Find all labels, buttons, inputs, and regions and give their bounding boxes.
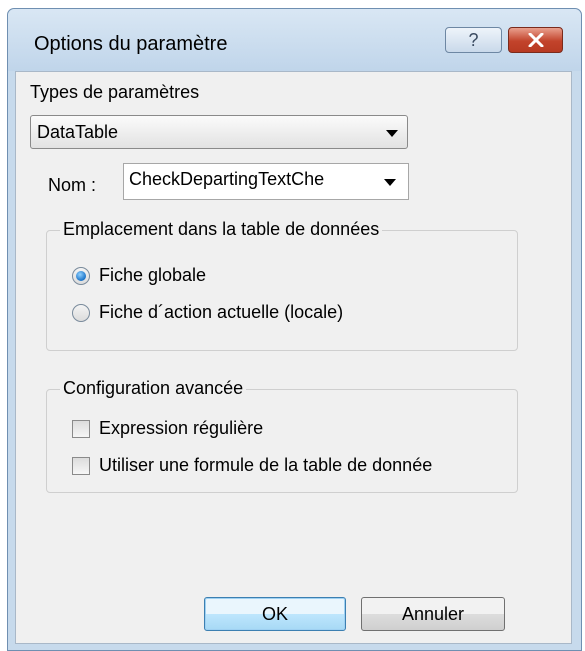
advanced-groupbox: Configuration avancée Expression réguliè… [46, 378, 518, 493]
radio-global-sheet[interactable] [72, 267, 90, 285]
dialog-content: Types de paramètres DataTable Nom : Chec… [15, 71, 572, 644]
param-types-value: DataTable [37, 122, 119, 142]
dialog-window: Options du paramètre ? Types de paramètr… [7, 8, 582, 651]
title-bar[interactable]: Options du paramètre ? [8, 9, 581, 71]
close-x-icon [528, 33, 543, 47]
regex-checkbox[interactable] [72, 420, 90, 438]
name-label: Nom : [48, 175, 97, 195]
name-combobox[interactable]: CheckDepartingTextChe [123, 163, 409, 200]
radio-local-sheet-label[interactable]: Fiche d´action actuelle (locale) [99, 302, 343, 323]
chevron-down-icon[interactable] [384, 179, 396, 186]
location-groupbox: Emplacement dans la table de données Fic… [46, 219, 518, 351]
name-value: CheckDepartingTextChe [129, 169, 325, 189]
radio-local-sheet[interactable] [72, 304, 90, 322]
chevron-down-icon [386, 130, 398, 137]
advanced-legend: Configuration avancée [60, 378, 247, 399]
cancel-button[interactable]: Annuler [361, 597, 505, 631]
datatable-formula-checkbox-label[interactable]: Utiliser une formule de la table de donn… [99, 455, 507, 476]
param-types-label: Types de paramètres [30, 82, 200, 102]
help-icon: ? [468, 29, 479, 50]
radio-global-sheet-label[interactable]: Fiche globale [99, 265, 206, 286]
ok-button-label: OK [261, 603, 288, 624]
help-button[interactable]: ? [445, 27, 502, 53]
param-types-dropdown[interactable]: DataTable [30, 115, 408, 149]
cancel-button-label: Annuler [401, 603, 465, 624]
window-title: Options du paramètre [34, 33, 228, 55]
regex-checkbox-label[interactable]: Expression régulière [99, 418, 263, 439]
datatable-formula-checkbox[interactable] [72, 457, 90, 475]
ok-button[interactable]: OK [204, 597, 346, 631]
close-button[interactable] [508, 27, 563, 53]
location-legend: Emplacement dans la table de données [60, 219, 383, 240]
